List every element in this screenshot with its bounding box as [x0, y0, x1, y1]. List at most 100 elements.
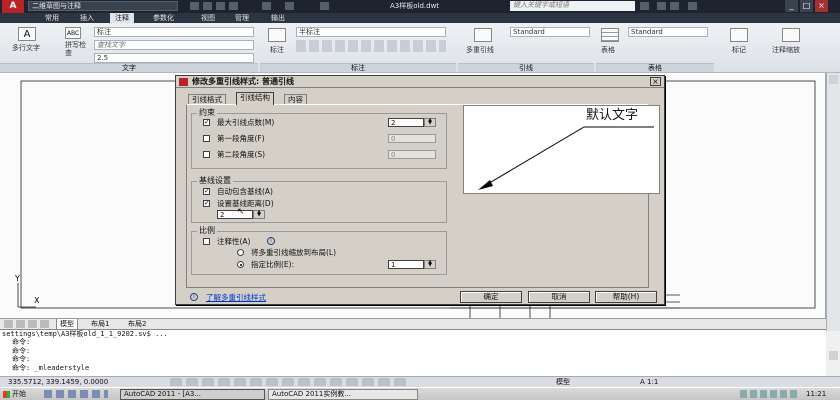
dialog-close-button[interactable]: ×: [650, 77, 661, 86]
annotative-checkbox[interactable]: [203, 238, 210, 245]
taskbar-item-autocad[interactable]: AutoCAD 2011 - [A3...: [120, 389, 265, 400]
undo-icon[interactable]: [262, 2, 271, 10]
dimension-panel-label[interactable]: 标注: [260, 63, 456, 72]
tab-layout2[interactable]: 布局2: [125, 319, 149, 329]
scroll-down-arrow-icon[interactable]: [829, 351, 838, 360]
scale-to-layout-radio[interactable]: [237, 249, 244, 256]
tab-layout1[interactable]: 布局1: [88, 319, 112, 329]
leader-preview: 默认文字: [463, 105, 660, 194]
drafting-toggles[interactable]: [170, 378, 410, 386]
favorites-icon[interactable]: [670, 2, 679, 10]
dimension-style-select[interactable]: 半标注: [296, 27, 446, 37]
info-icon[interactable]: i: [267, 237, 275, 245]
command-window[interactable]: settings\temp\A3样板old_1_1_9202.sv$ ... 命…: [0, 329, 826, 376]
first-angle-checkbox[interactable]: [203, 135, 210, 142]
redo-icon[interactable]: [285, 2, 294, 10]
communication-icon[interactable]: [657, 2, 666, 10]
open-icon[interactable]: [203, 2, 212, 10]
vertical-scrollbar[interactable]: [826, 73, 840, 360]
close-button[interactable]: ×: [815, 0, 828, 12]
coordinates-readout[interactable]: 335.5712, 339.1459, 0.0000: [8, 377, 108, 387]
mouse-cursor-icon: ↖: [237, 207, 245, 217]
table-style-select[interactable]: Standard: [628, 27, 708, 37]
multiline-text-icon[interactable]: A: [18, 27, 36, 41]
tab-output[interactable]: 输出: [266, 13, 290, 23]
tab-parametric[interactable]: 参数化: [148, 13, 179, 23]
max-points-input[interactable]: 2: [388, 118, 424, 127]
find-text-input[interactable]: 查找文字: [94, 40, 254, 50]
layout-nav-arrows-icon[interactable]: [4, 320, 50, 328]
dimension-icon[interactable]: [268, 28, 286, 42]
plot-icon[interactable]: [320, 2, 329, 10]
multileader-style-select[interactable]: Standard: [510, 27, 590, 37]
search-icon[interactable]: [640, 2, 649, 10]
text-style-select[interactable]: 标注: [94, 27, 254, 37]
command-history-line: 命令:: [12, 346, 31, 355]
max-points-checkbox[interactable]: ✓: [203, 119, 210, 126]
ribbon: A 多行文字 ABC 拼写检查 标注 查找文字 2.5 文字 标注 半标注 标注…: [0, 23, 840, 73]
maximize-button[interactable]: □: [800, 0, 813, 12]
learn-multileader-link[interactable]: 了解多重引线样式: [206, 292, 266, 303]
saveas-icon[interactable]: [229, 2, 238, 10]
command-prompt[interactable]: 命令: _mleaderstyle: [2, 364, 826, 372]
set-distance-label: 设置基线距离(D): [217, 199, 274, 208]
second-angle-checkbox[interactable]: [203, 151, 210, 158]
command-history-line: 命令:: [12, 355, 31, 364]
text-height-select[interactable]: 2.5: [94, 53, 254, 63]
quick-launch-icons[interactable]: [44, 390, 108, 398]
status-bar: 335.5712, 339.1459, 0.0000 模型 A 1:1: [0, 376, 840, 387]
multileader-icon[interactable]: [474, 28, 492, 42]
scroll-up-arrow-icon[interactable]: [829, 75, 838, 84]
landing-distance-input[interactable]: 2: [217, 210, 253, 219]
max-points-spinner[interactable]: ▲ ▼: [424, 118, 436, 127]
tab-manage[interactable]: 管理: [230, 13, 254, 23]
annotation-scale-status[interactable]: A 1:1: [640, 377, 658, 387]
tab-view[interactable]: 视图: [196, 13, 220, 23]
cancel-button[interactable]: 取消: [528, 291, 590, 303]
tab-annotate[interactable]: 注释: [110, 13, 134, 23]
second-angle-select[interactable]: 0: [388, 150, 436, 159]
spell-check-button[interactable]: 拼写检查: [65, 41, 87, 57]
multileader-button[interactable]: 多重引线: [466, 45, 494, 55]
workspace-selector[interactable]: 二维草图与注释: [28, 1, 178, 11]
new-icon[interactable]: [190, 2, 199, 10]
tab-insert[interactable]: 插入: [75, 13, 99, 23]
set-distance-checkbox[interactable]: ✓: [203, 200, 210, 207]
markup-icon[interactable]: [730, 28, 748, 42]
landing-distance-spinner[interactable]: ▲ ▼: [253, 210, 265, 219]
search-input[interactable]: 键入关键字或短语: [510, 1, 635, 11]
tab-leader-structure[interactable]: 引线结构: [236, 92, 274, 105]
scale-to-layout-label: 将多重引线缩放到布局(L): [251, 248, 337, 257]
taskbar-item-tutorial[interactable]: AutoCAD 2011实例教...: [268, 389, 418, 400]
annotation-scale-icon[interactable]: [782, 28, 800, 42]
annotation-scale-button[interactable]: 注释缩放: [772, 45, 800, 55]
specify-scale-radio[interactable]: [237, 261, 244, 268]
clock: 11:21: [806, 390, 827, 398]
table-button[interactable]: 表格: [601, 45, 615, 55]
leader-panel-label[interactable]: 引线: [458, 63, 594, 72]
text-panel-label[interactable]: 文字: [0, 63, 258, 72]
markup-button[interactable]: 标记: [732, 45, 746, 55]
app-logo-icon[interactable]: A: [2, 0, 24, 13]
save-icon[interactable]: [216, 2, 225, 10]
auto-landing-checkbox[interactable]: ✓: [203, 188, 210, 195]
help-icon[interactable]: [688, 2, 697, 10]
tab-home[interactable]: 常用: [40, 13, 64, 23]
first-angle-select[interactable]: 0: [388, 134, 436, 143]
specify-scale-spinner[interactable]: ▲ ▼: [424, 260, 436, 269]
spell-check-icon[interactable]: ABC: [65, 27, 81, 39]
multiline-text-button[interactable]: 多行文字: [12, 43, 40, 53]
dimension-button[interactable]: 标注: [270, 45, 284, 55]
tray-icons[interactable]: [740, 390, 800, 398]
multileader-style-dialog: 修改多重引线样式: 普通引线 × 引线格式 引线结构 内容 约束 ✓ 最大引线点…: [175, 75, 665, 305]
minimize-button[interactable]: _: [785, 0, 798, 12]
ok-button[interactable]: 确定: [460, 291, 522, 303]
ucs-icon: YX: [6, 273, 41, 313]
specify-scale-input[interactable]: 1: [388, 260, 424, 269]
svg-text:X: X: [34, 296, 40, 305]
dimension-tools-row[interactable]: [296, 40, 446, 52]
table-icon[interactable]: [601, 28, 619, 42]
model-space-button[interactable]: 模型: [556, 377, 570, 387]
help-button[interactable]: 帮助(H): [595, 291, 657, 303]
table-panel-label[interactable]: 表格: [596, 63, 714, 72]
